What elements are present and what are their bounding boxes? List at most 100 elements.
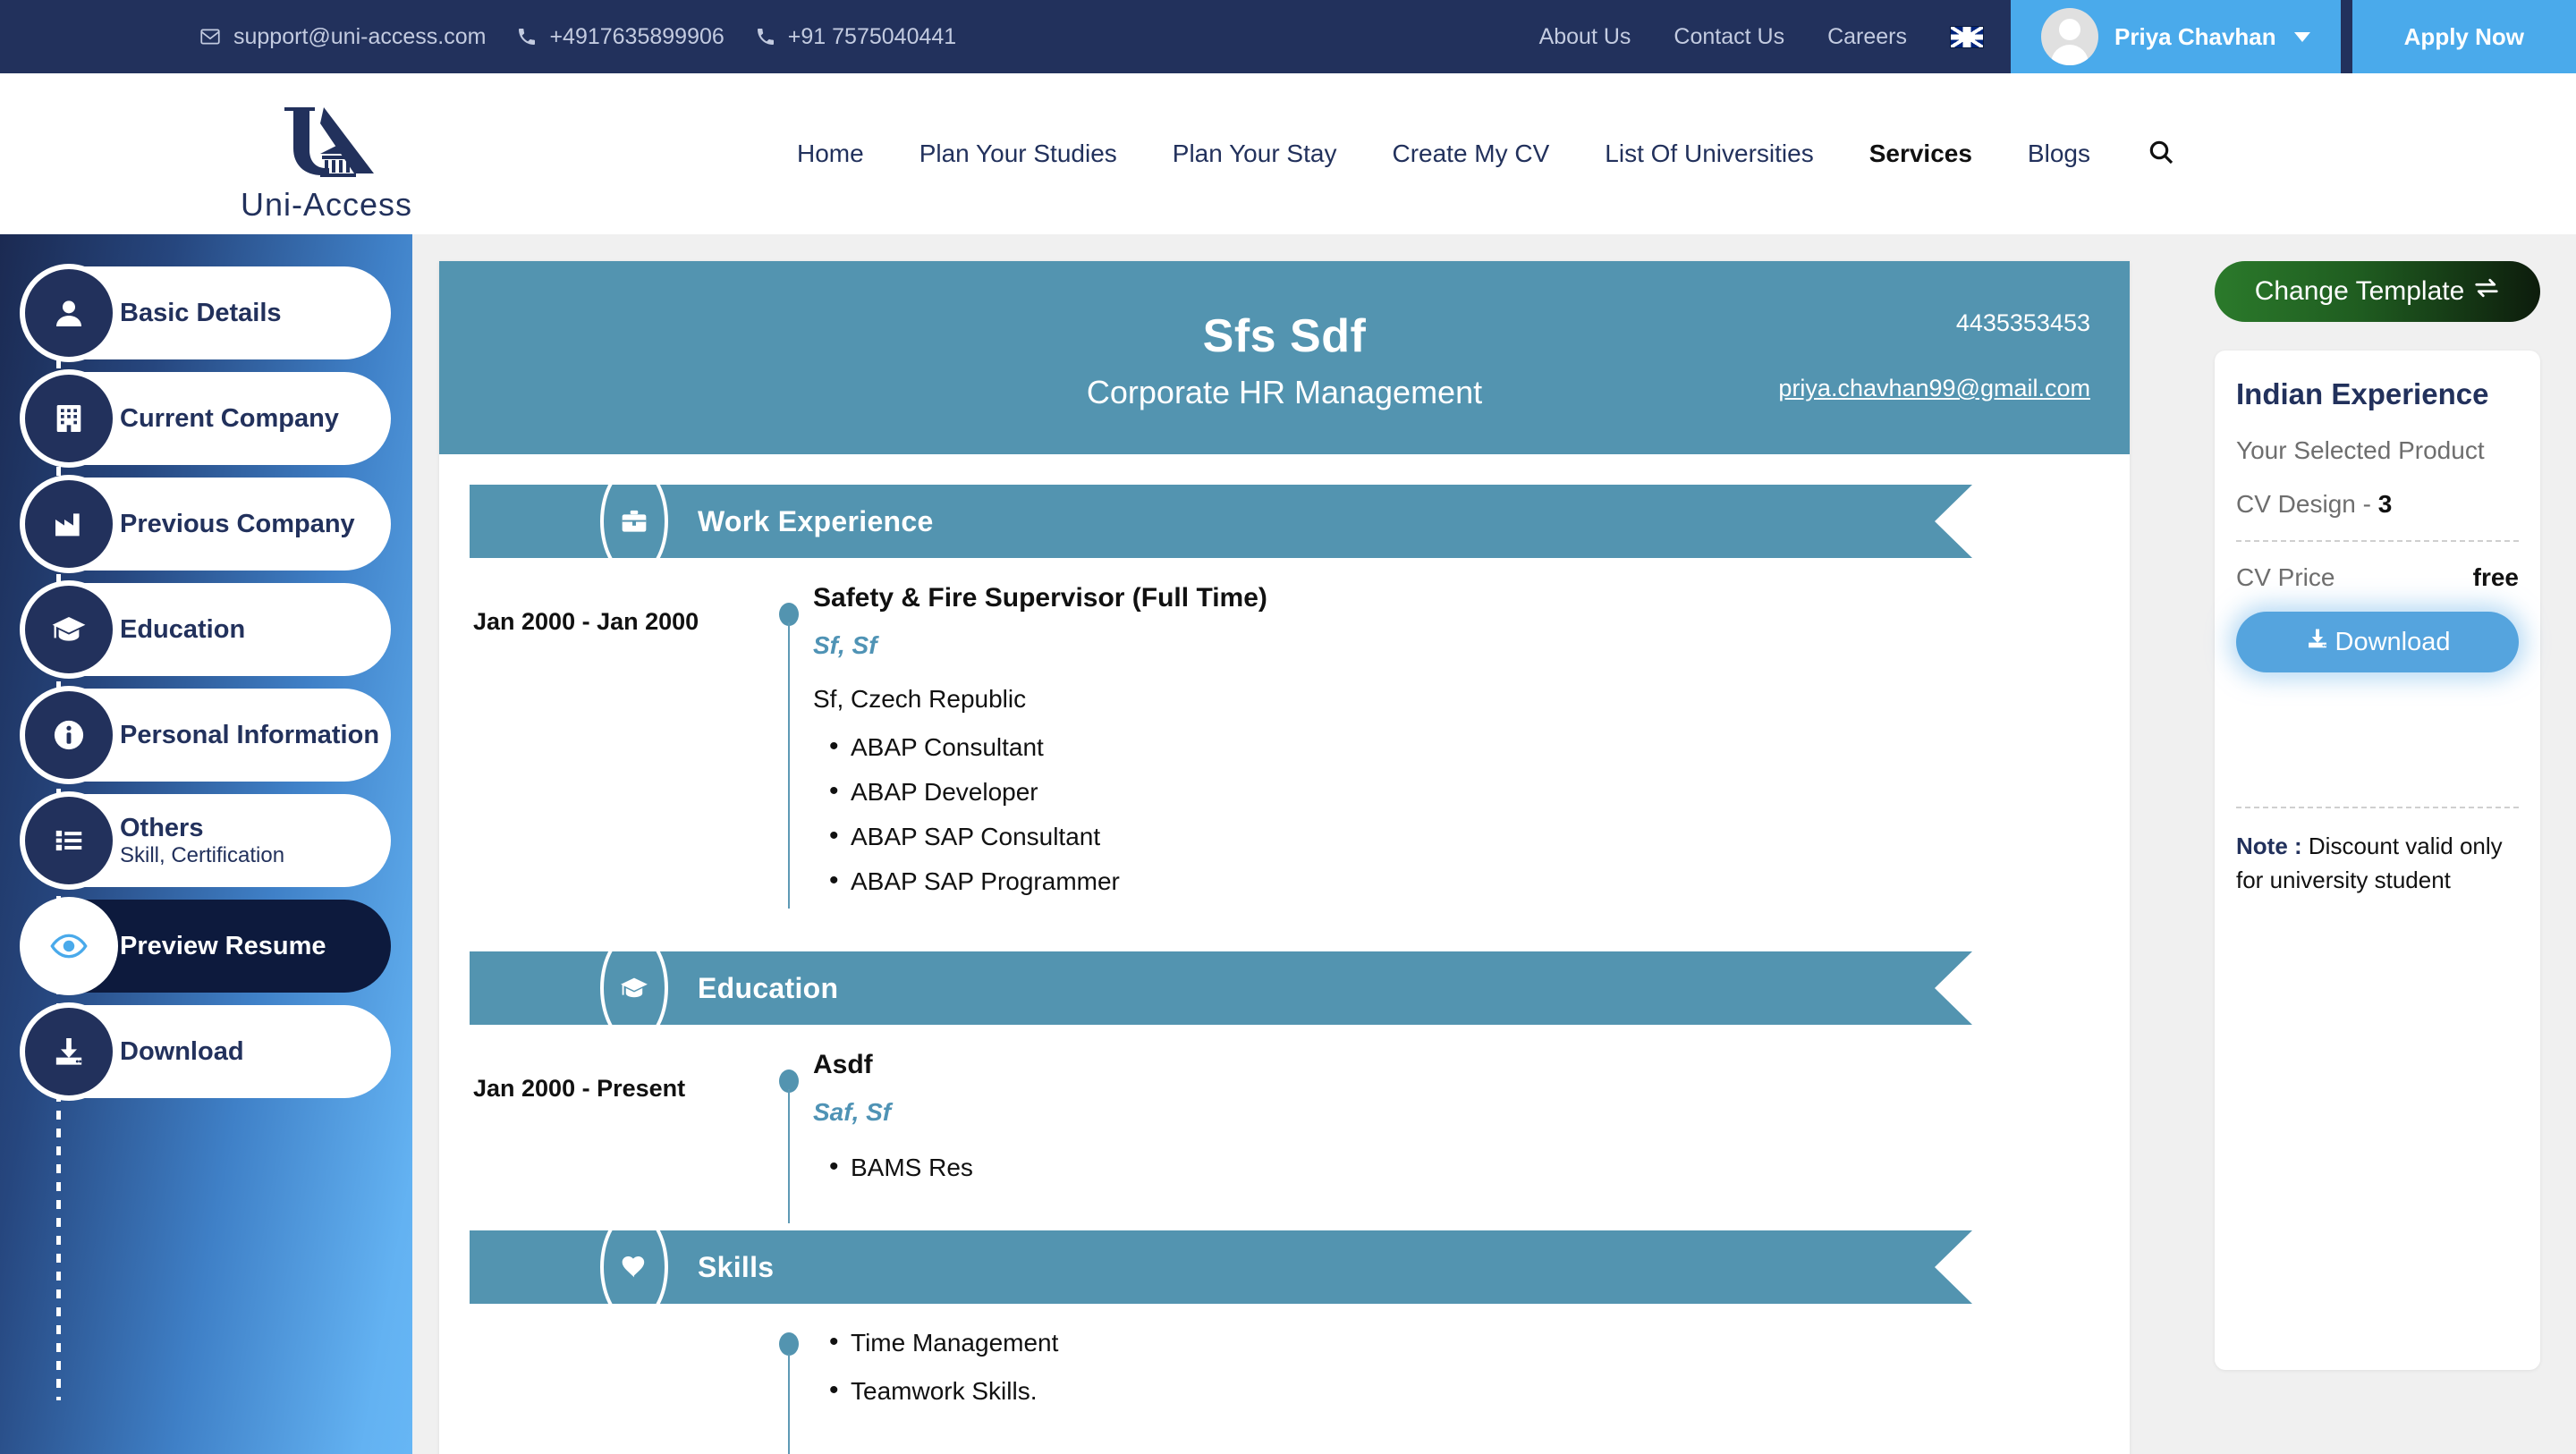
user-menu[interactable]: Priya Chavhan	[2011, 0, 2341, 73]
resume-section-education: Education	[470, 932, 2130, 1044]
sidebar-item-current-company[interactable]: Current Company	[20, 369, 391, 468]
entry-content: Asdf Saf, Sf BAMS Res	[809, 1050, 2130, 1198]
nav-item-services[interactable]: Services	[1842, 139, 2000, 168]
section-band: Education	[470, 951, 1972, 1025]
topbar-links: About Us Contact Us Careers	[1539, 0, 2011, 73]
topbar-link-about-us[interactable]: About Us	[1539, 24, 1631, 50]
sidebar-item-label: Current Company	[120, 403, 339, 433]
support-email-text: support@uni-access.com	[233, 23, 487, 49]
sidebar-item-personal-information[interactable]: Personal Information	[20, 686, 391, 784]
section-title: Education	[698, 971, 839, 1004]
list-item: Time Management	[813, 1327, 2130, 1357]
entry-timeline-marker	[774, 1050, 809, 1223]
nav-links: Home Plan Your Studies Plan Your Stay Cr…	[769, 138, 2175, 171]
cv-design-label: CV Design -	[2236, 490, 2378, 518]
nav-item-plan-your-studies[interactable]: Plan Your Studies	[892, 139, 1145, 168]
chevron-down-icon	[2293, 31, 2310, 42]
list-item: ABAP SAP Programmer	[813, 866, 2130, 896]
main-navigation: Uni-Access Home Plan Your Studies Plan Y…	[0, 73, 2576, 234]
apply-now-button[interactable]: Apply Now	[2351, 0, 2576, 73]
resume-email[interactable]: priya.chavhan99@gmail.com	[1778, 375, 2090, 402]
entry-date: Jan 2000 - Jan 2000	[473, 608, 699, 635]
phone-2[interactable]: +91 7575040441	[755, 24, 956, 50]
timeline-line	[788, 1354, 790, 1454]
list-item: ABAP Developer	[813, 776, 2130, 807]
factory-icon	[20, 475, 118, 573]
entry-subtitle: Sf, Sf	[813, 631, 877, 659]
resume-preview-area: Sfs Sdf Corporate HR Management 44353534…	[412, 234, 2215, 1454]
phone-icon	[516, 26, 538, 47]
entry-date: Jan 2000 - Present	[473, 1075, 686, 1102]
download-icon	[2305, 626, 2330, 658]
site-logo[interactable]: Uni-Access	[215, 102, 438, 224]
envelope-icon	[199, 25, 222, 48]
entry-title: Asdf	[813, 1050, 873, 1079]
entry-bullet-list: BAMS Res	[813, 1152, 2130, 1182]
download-button[interactable]: Download	[2236, 612, 2519, 672]
nav-item-list-of-universities[interactable]: List Of Universities	[1577, 139, 1841, 168]
sidebar-item-label: Education	[120, 614, 246, 644]
sidebar-item-label: Download	[120, 1036, 244, 1066]
sidebar-item-preview-resume[interactable]: Preview Resume	[20, 897, 391, 995]
sidebar-item-others[interactable]: Others Skill, Certification	[20, 791, 391, 890]
timeline-line	[788, 622, 790, 909]
sidebar-item-label: Previous Company	[120, 509, 355, 538]
user-icon	[20, 264, 118, 362]
page-body: Basic Details Current Company Previous C…	[0, 234, 2576, 1454]
download-button-label: Download	[2334, 627, 2451, 656]
section-title: Skills	[698, 1250, 775, 1283]
topbar-link-contact-us[interactable]: Contact Us	[1674, 24, 1784, 50]
timeline-dot	[779, 1332, 799, 1356]
info-icon	[20, 686, 118, 784]
cv-steps-sidebar: Basic Details Current Company Previous C…	[0, 234, 412, 1454]
card-title: Indian Experience	[2236, 377, 2489, 410]
change-template-button[interactable]: Change Template	[2215, 261, 2540, 322]
sidebar-item-previous-company[interactable]: Previous Company	[20, 475, 391, 573]
nav-item-home[interactable]: Home	[769, 139, 892, 168]
eye-icon	[20, 897, 118, 995]
sidebar-item-basic-details[interactable]: Basic Details	[20, 264, 391, 362]
entry-title: Safety & Fire Supervisor (Full Time)	[813, 583, 1267, 613]
section-band: Skills	[470, 1230, 1972, 1304]
list-icon	[20, 791, 118, 890]
sidebar-item-download[interactable]: Download	[20, 1002, 391, 1101]
section-band: Work Experience	[470, 485, 1972, 558]
avatar	[2041, 8, 2099, 65]
list-item: ABAP SAP Consultant	[813, 821, 2130, 851]
sidebar-item-education[interactable]: Education	[20, 580, 391, 679]
entry-content: Time Management Teamwork Skills.	[809, 1327, 2130, 1422]
uk-flag-icon[interactable]	[1950, 25, 1985, 48]
heart-icon	[600, 1211, 668, 1323]
support-email[interactable]: support@uni-access.com	[199, 24, 486, 50]
entry-bullet-list: ABAP Consultant ABAP Developer ABAP SAP …	[813, 731, 2130, 896]
resume-contact: 4435353453 priya.chavhan99@gmail.com	[1778, 309, 2090, 402]
resume-body: Work Experience Jan 2000 - Jan 2000 Safe…	[439, 465, 2130, 1454]
resume-document: Sfs Sdf Corporate HR Management 44353534…	[439, 261, 2130, 1454]
timeline-line	[788, 1089, 790, 1223]
topbar-link-careers[interactable]: Careers	[1827, 24, 1907, 50]
education-entry: Jan 2000 - Present Asdf Saf, Sf BAMS Res	[439, 1025, 2130, 1223]
discount-note: Note : Discount valid only for universit…	[2236, 830, 2519, 897]
list-item: Teamwork Skills.	[813, 1375, 2130, 1406]
sidebar-item-label: Basic Details	[120, 298, 282, 327]
phone-1[interactable]: +4917635899906	[516, 24, 724, 50]
search-icon[interactable]	[2147, 138, 2175, 171]
user-name: Priya Chavhan	[2114, 22, 2276, 50]
nav-item-blogs[interactable]: Blogs	[2000, 139, 2118, 168]
nav-item-create-my-cv[interactable]: Create My CV	[1364, 139, 1577, 168]
topbar-right-group: About Us Contact Us Careers Priya Chavha…	[1539, 0, 2576, 73]
swap-arrows-icon	[2473, 275, 2500, 309]
cv-price-row: CV Price free	[2236, 563, 2519, 592]
cv-design-row: CV Design - 3	[2236, 490, 2519, 519]
phone-1-text: +4917635899906	[549, 23, 724, 49]
entry-timeline-marker	[774, 1329, 809, 1454]
divider	[2236, 807, 2519, 808]
cv-price-label: CV Price	[2236, 563, 2335, 591]
change-template-label: Change Template	[2254, 276, 2465, 306]
resume-phone: 4435353453	[1955, 309, 2090, 336]
top-utility-bar: support@uni-access.com +4917635899906 +9…	[0, 0, 2576, 73]
section-title: Work Experience	[698, 504, 934, 537]
nav-item-plan-your-stay[interactable]: Plan Your Stay	[1145, 139, 1365, 168]
summary-card: Indian Experience Your Selected Product …	[2215, 351, 2540, 1370]
entry-location: Sf, Czech Republic	[813, 685, 1027, 713]
